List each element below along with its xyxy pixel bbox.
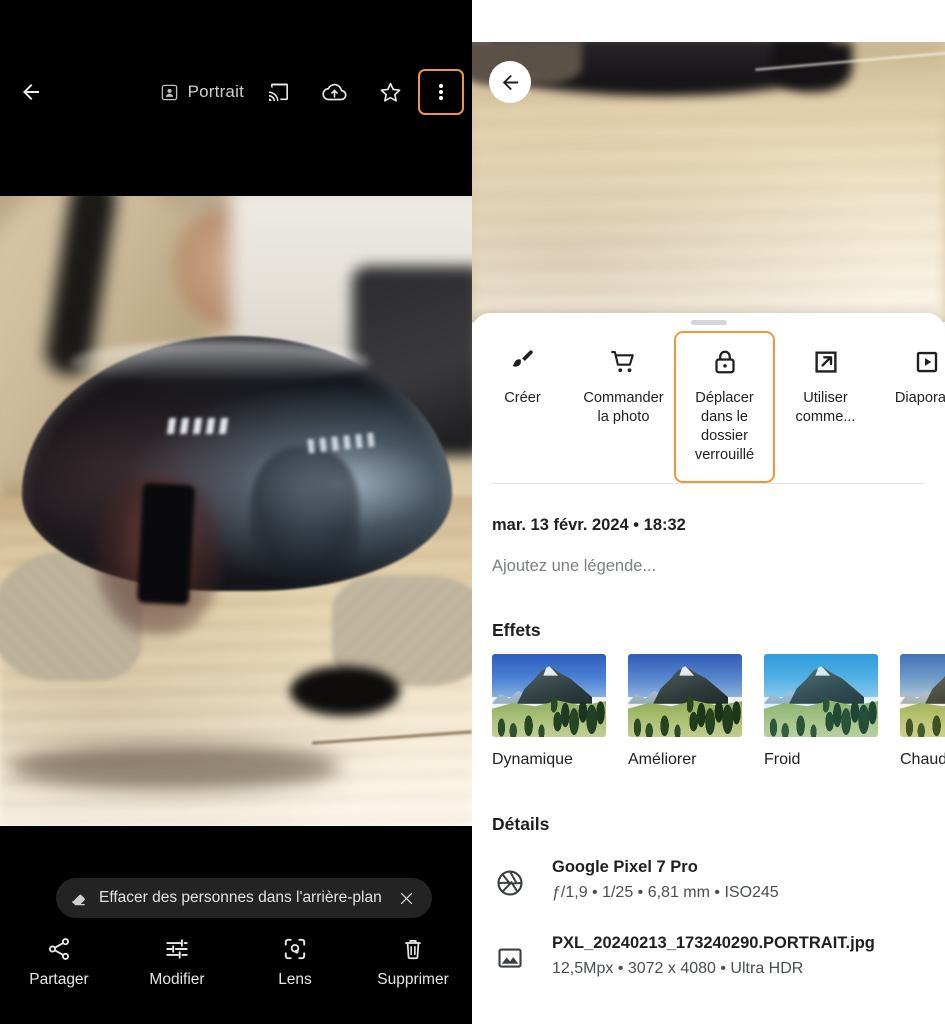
sheet-action-slideshow[interactable]: Diaporam	[876, 331, 945, 426]
favorite-button[interactable]	[362, 64, 418, 120]
sheet-divider	[492, 483, 925, 484]
effects-row: Dynamique Améliorer Froid Chaud	[492, 654, 945, 769]
effect-chaud[interactable]: Chaud	[900, 654, 945, 769]
suggestion-chip-close-button[interactable]	[396, 887, 418, 909]
details-list: Google Pixel 7 Pro ƒ/1,9 • 1/25 • 6,81 m…	[492, 858, 942, 1010]
share-button[interactable]: Partager	[0, 936, 118, 989]
right-info-panel: Créer Commander la photo Déplacer dans l…	[472, 0, 945, 1024]
detail-back-button[interactable]	[489, 61, 531, 103]
eraser-icon	[72, 894, 85, 905]
effect-thumbnail	[628, 654, 742, 737]
cloud-upload-button[interactable]	[306, 64, 362, 120]
photo-preview-blurred[interactable]	[472, 42, 945, 322]
portrait-mode-label: Portrait	[187, 82, 244, 101]
cast-button[interactable]	[250, 64, 306, 120]
detail-row-camera[interactable]: Google Pixel 7 Pro ƒ/1,9 • 1/25 • 6,81 m…	[492, 858, 942, 902]
star-icon	[380, 82, 400, 102]
sheet-action-move-to-locked-folder-label: Déplacer dans le dossier verrouillé	[694, 390, 755, 463]
sheet-action-order-print[interactable]: Commander la photo	[573, 331, 674, 445]
edit-button[interactable]: Modifier	[118, 936, 236, 989]
photo-datetime: mar. 13 févr. 2024 • 18:32	[492, 516, 686, 534]
cast-icon	[269, 83, 288, 101]
file-specs: 12,5Mpx • 3072 x 4080 • Ultra HDR	[552, 960, 804, 977]
sheet-action-create-label: Créer	[504, 390, 541, 406]
aperture-icon-wrap	[492, 858, 528, 899]
share-button-label: Partager	[29, 971, 89, 988]
effect-thumbnail	[900, 654, 945, 737]
effect-thumbnail	[492, 654, 606, 737]
photo-viewer-app: Portrait Effacer des personnes dans l'ar…	[0, 0, 945, 1024]
cloud-upload-icon	[321, 83, 347, 100]
back-button[interactable]	[0, 64, 62, 120]
arrow-back-icon	[502, 74, 518, 90]
caption-input[interactable]: Ajoutez une légende...	[492, 557, 932, 576]
sheet-action-order-print-label: Commander la photo	[583, 390, 664, 425]
sheet-action-create[interactable]: Créer	[472, 331, 573, 426]
photo-image[interactable]	[0, 196, 472, 826]
more-vert-icon	[439, 82, 443, 103]
top-toolbar: Portrait	[0, 0, 472, 196]
lock-icon	[714, 350, 735, 374]
action-buttons-row: Partager Modifier Lens Supprimer	[0, 936, 472, 989]
delete-button-label: Supprimer	[377, 971, 449, 988]
share-icon	[48, 938, 70, 960]
left-photo-viewer: Portrait Effacer des personnes dans l'ar…	[0, 0, 472, 1024]
image-icon-wrap	[492, 934, 528, 973]
camera-exif: ƒ/1,9 • 1/25 • 6,81 mm • ISO245	[552, 884, 779, 901]
portrait-icon	[161, 84, 177, 100]
sheet-drag-handle[interactable]	[690, 320, 727, 325]
close-icon	[401, 892, 413, 904]
effect-ameliorer-label: Améliorer	[628, 751, 697, 768]
image-icon	[498, 948, 522, 968]
effect-chaud-label: Chaud	[900, 751, 945, 768]
camera-model: Google Pixel 7 Pro	[552, 858, 698, 876]
effect-dynamique[interactable]: Dynamique	[492, 654, 606, 769]
info-bottom-sheet: Créer Commander la photo Déplacer dans l…	[472, 313, 945, 1024]
suggestion-chip[interactable]: Effacer des personnes dans l'arrière-pla…	[56, 878, 432, 918]
effect-froid-label: Froid	[764, 751, 801, 768]
effect-ameliorer[interactable]: Améliorer	[628, 654, 742, 769]
open-in-new-icon	[814, 351, 837, 373]
effect-thumbnail	[764, 654, 878, 737]
portrait-mode-chip[interactable]: Portrait	[154, 64, 250, 120]
effect-froid[interactable]: Froid	[764, 654, 878, 769]
overflow-menu-button[interactable]	[418, 69, 464, 115]
aperture-icon	[497, 870, 523, 896]
effects-section-title: Effets	[492, 620, 541, 640]
sheet-action-row: Créer Commander la photo Déplacer dans l…	[472, 331, 945, 483]
photo-meta: mar. 13 févr. 2024 • 18:32 Ajoutez une l…	[492, 516, 932, 576]
lens-button[interactable]: Lens	[236, 936, 354, 989]
trash-icon	[405, 940, 421, 960]
sheet-action-move-to-locked-folder[interactable]: Déplacer dans le dossier verrouillé	[674, 331, 775, 483]
suggestion-chip-label: Effacer des personnes dans l'arrière-pla…	[99, 889, 382, 906]
details-section-title: Détails	[492, 814, 550, 834]
cart-icon	[610, 350, 634, 373]
arrow-back-icon	[23, 84, 39, 100]
tune-icon	[166, 939, 188, 959]
bottom-action-bar: Effacer des personnes dans l'arrière-pla…	[0, 826, 472, 1024]
detail-text-file: PXL_20240213_173240290.PORTRAIT.jpg 12,5…	[552, 934, 875, 978]
lens-button-label: Lens	[278, 971, 312, 988]
detail-text-camera: Google Pixel 7 Pro ƒ/1,9 • 1/25 • 6,81 m…	[552, 858, 779, 902]
delete-button[interactable]: Supprimer	[354, 936, 472, 989]
lens-icon	[284, 938, 306, 960]
slideshow-icon	[916, 351, 937, 373]
effect-dynamique-label: Dynamique	[492, 751, 573, 768]
brush-icon	[512, 350, 533, 367]
sheet-action-slideshow-label: Diaporam	[894, 390, 945, 406]
detail-row-file[interactable]: PXL_20240213_173240290.PORTRAIT.jpg 12,5…	[492, 934, 942, 978]
edit-button-label: Modifier	[149, 971, 205, 988]
sheet-action-use-as[interactable]: Utiliser comme...	[775, 331, 876, 445]
file-name: PXL_20240213_173240290.PORTRAIT.jpg	[552, 934, 875, 952]
sheet-action-use-as-label: Utiliser comme...	[795, 390, 856, 425]
